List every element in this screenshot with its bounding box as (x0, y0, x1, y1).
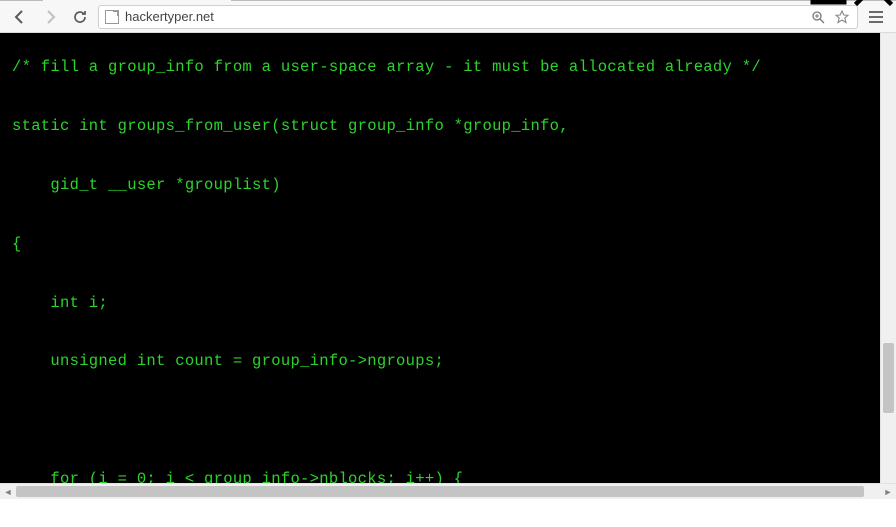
page-icon (105, 10, 119, 24)
horizontal-scrollbar[interactable]: ◄ ► (0, 483, 896, 499)
back-button[interactable] (8, 5, 32, 29)
hscroll-track[interactable] (16, 484, 880, 499)
browser-tab[interactable]: Hacker Typer × (42, 0, 232, 1)
vertical-scrollbar-thumb[interactable] (883, 343, 894, 413)
hscroll-left-arrow[interactable]: ◄ (0, 484, 16, 500)
hscroll-right-arrow[interactable]: ► (880, 484, 896, 500)
page-viewport[interactable]: /* fill a group_info from a user-space a… (0, 33, 880, 483)
reload-button[interactable] (68, 5, 92, 29)
zoom-icon[interactable] (809, 9, 827, 24)
hscroll-thumb[interactable] (16, 486, 864, 497)
bookmark-star-icon[interactable] (833, 9, 851, 24)
vertical-scrollbar[interactable] (880, 33, 896, 483)
hacker-code-output: /* fill a group_info from a user-space a… (0, 33, 880, 483)
url-text: hackertyper.net (125, 9, 803, 24)
address-bar[interactable]: hackertyper.net (98, 5, 858, 29)
forward-button[interactable] (38, 5, 62, 29)
